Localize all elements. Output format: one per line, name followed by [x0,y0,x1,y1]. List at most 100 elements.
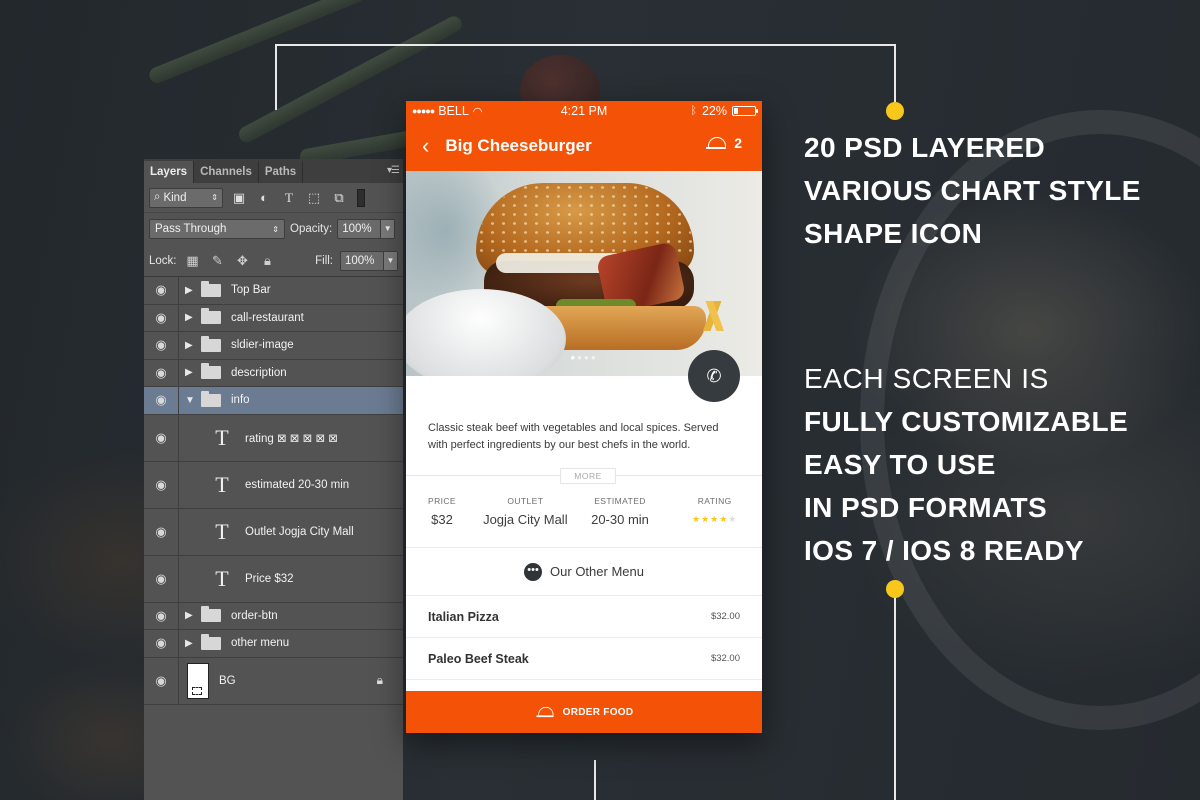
guide-line [594,760,596,800]
adjustment-filter-icon[interactable]: ◐ [255,190,273,205]
info-label: RATING [697,496,732,506]
info-label: PRICE [428,496,456,506]
layer-order-btn[interactable]: ◉ ▶ order-btn [144,602,403,630]
tab-layers[interactable]: Layers [144,161,195,183]
star-icon: ★ [710,514,720,524]
layer-bg[interactable]: ◉ BG 🔒︎ [144,657,403,705]
layer-name: description [231,366,287,379]
info-rating: RATING ★★★★★ [667,496,762,547]
slider-dot[interactable]: ● [584,353,591,362]
text-layer-icon: T [215,424,229,450]
layer-name: Top Bar [231,284,271,297]
eye-icon[interactable]: ◉ [144,414,179,461]
triangle-right-icon[interactable]: ▶ [185,638,195,649]
layer-info[interactable]: ◉ ▼ info [144,387,403,415]
chevron-updown-icon: ⇕ [272,224,279,234]
feature-list: 20 PSD LAYERED VARIOUS CHART STYLE SHAPE… [804,126,1141,255]
sesame-seeds [476,183,694,253]
more-divider: MORE [406,468,762,484]
signal-icon: ●●●●● [412,106,435,116]
smart-object-filter-icon[interactable]: ⧉ [330,190,348,206]
triangle-right-icon[interactable]: ▶ [185,312,195,323]
layer-name: Price $32 [245,572,294,585]
layer-name: order-btn [231,609,278,622]
lock-pixels-icon[interactable]: ✎ [209,253,227,269]
layer-other-menu[interactable]: ◉ ▶ other menu [144,630,403,658]
layer-top-bar[interactable]: ◉ ▶ Top Bar [144,277,403,305]
fill-label: Fill: [315,254,333,267]
eye-icon[interactable]: ◉ [144,277,179,304]
kind-filter-select[interactable]: ⌕ Kind ⇕ [149,187,223,208]
eye-icon[interactable]: ◉ [144,332,179,359]
lock-position-icon[interactable]: ✥ [234,253,252,269]
type-filter-icon[interactable]: T [280,190,298,206]
layer-rating[interactable]: ◉ T rating ⊠ ⊠ ⊠ ⊠ ⊠ [144,414,403,462]
layer-name: BG [219,674,236,687]
eye-icon[interactable]: ◉ [144,461,179,508]
shape-filter-icon[interactable]: ⬚ [305,190,323,206]
eye-icon[interactable]: ◉ [144,555,179,602]
info-value: 20-30 min [591,512,649,527]
layer-description[interactable]: ◉ ▶ description [144,359,403,387]
triangle-right-icon[interactable]: ▶ [185,367,195,378]
call-restaurant-button[interactable]: ✆ [688,350,740,402]
lock-label: Lock: [149,254,177,267]
star-rating: ★★★★★ [667,514,762,525]
triangle-right-icon[interactable]: ▶ [185,340,195,351]
star-icon: ★ [691,514,702,524]
eye-icon[interactable]: ◉ [144,359,179,386]
layer-name: other menu [231,637,290,650]
slider-dot[interactable]: ● [577,353,584,362]
eye-icon[interactable]: ◉ [144,387,179,414]
triangle-right-icon[interactable]: ▶ [185,285,195,296]
eye-icon[interactable]: ◉ [144,304,179,331]
triangle-right-icon[interactable]: ▶ [185,610,195,621]
cart-button[interactable]: 2 [706,135,742,151]
star-icon: ★ [719,514,729,524]
layers-panel: Layers Channels Paths ▾☰ ⌕ Kind ⇕ ▣ ◐ T … [144,159,403,800]
chevron-updown-icon: ⇕ [211,193,218,202]
lock-transparency-icon[interactable]: ▦ [184,253,202,269]
folder-icon [201,363,221,380]
eye-icon[interactable]: ◉ [144,602,179,629]
tab-channels[interactable]: Channels [194,161,259,183]
slider-dot[interactable]: ● [591,353,598,362]
food-image-slider[interactable]: ●●●● [406,171,762,376]
filter-toggle[interactable] [357,188,365,207]
menu-item-name: Paleo Beef Steak [428,651,529,666]
chevron-down-icon[interactable]: ▼ [383,251,397,270]
info-label: OUTLET [507,496,544,506]
layer-estimated[interactable]: ◉ T estimated 20-30 min [144,461,403,509]
tab-paths[interactable]: Paths [259,161,304,183]
layer-slider-image[interactable]: ◉ ▶ sldier-image [144,332,403,360]
layer-outlet[interactable]: ◉ T Outlet Jogja City Mall [144,508,403,556]
blend-row: Pass Through ⇕ Opacity: 100% ▼ [144,213,403,245]
eye-icon[interactable]: ◉ [144,630,179,657]
benefit-list: EACH SCREEN IS FULLY CUSTOMIZABLE EASY T… [804,357,1128,572]
info-label: ESTIMATED [594,496,646,506]
menu-item[interactable]: Paleo Beef Steak $32.00 [406,638,762,680]
order-food-button[interactable]: ORDER FOOD [406,691,762,733]
chevron-down-icon[interactable]: ▼ [380,220,395,238]
eye-icon[interactable]: ◉ [144,657,179,704]
back-chevron-icon[interactable]: ‹ [422,133,429,159]
guide-dot [886,580,904,598]
layer-call-restaurant[interactable]: ◉ ▶ call-restaurant [144,304,403,332]
other-menu-header[interactable]: ••• Our Other Menu [406,548,762,596]
eye-icon[interactable]: ◉ [144,508,179,555]
lock-all-icon[interactable]: 🔒︎ [259,253,277,269]
fill-input[interactable]: 100% ▼ [340,250,398,271]
opacity-label: Opacity: [290,223,333,235]
folder-icon [201,606,221,623]
panel-menu-icon[interactable]: ▾☰ [387,165,400,176]
search-icon: ⌕ [154,191,161,203]
menu-item[interactable]: Italian Pizza $32.00 [406,596,762,638]
layer-price[interactable]: ◉ T Price $32 [144,555,403,603]
opacity-input[interactable]: 100% ▼ [337,219,396,239]
layer-name: info [231,394,250,407]
star-icon: ★ [701,514,711,524]
image-filter-icon[interactable]: ▣ [230,190,248,206]
more-button[interactable]: MORE [560,468,616,484]
triangle-down-icon[interactable]: ▼ [185,395,195,406]
blend-mode-select[interactable]: Pass Through ⇕ [149,219,285,239]
